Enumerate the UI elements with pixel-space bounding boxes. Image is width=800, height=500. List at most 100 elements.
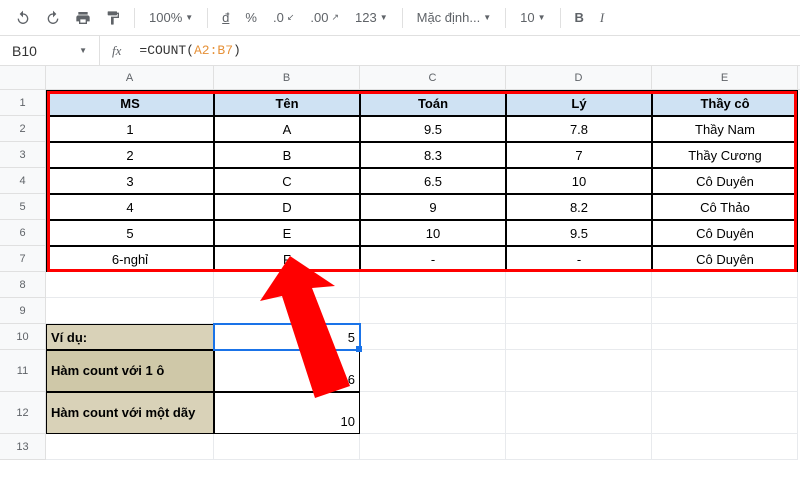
cell-C12[interactable] — [360, 392, 506, 434]
font-size-dropdown[interactable]: 10▼ — [514, 10, 551, 25]
cell-A4[interactable]: 3 — [46, 168, 214, 194]
cell-C10[interactable] — [360, 324, 506, 350]
percent-button[interactable]: % — [239, 10, 263, 25]
print-button[interactable] — [70, 5, 96, 31]
cell-A9[interactable] — [46, 298, 214, 324]
row-header-3[interactable]: 3 — [0, 142, 46, 168]
cell-A5[interactable]: 4 — [46, 194, 214, 220]
cell-B12[interactable]: 10 — [214, 392, 360, 434]
cell-D13[interactable] — [506, 434, 652, 460]
cell-C1[interactable]: Toán — [360, 90, 506, 116]
cell-D7[interactable]: - — [506, 246, 652, 272]
cell-B3[interactable]: B — [214, 142, 360, 168]
cell-D8[interactable] — [506, 272, 652, 298]
cell-E13[interactable] — [652, 434, 798, 460]
cell-B13[interactable] — [214, 434, 360, 460]
cell-D5[interactable]: 8.2 — [506, 194, 652, 220]
cell-B1[interactable]: Tên — [214, 90, 360, 116]
cell-B11[interactable]: 6 — [214, 350, 360, 392]
bold-button[interactable]: B — [569, 10, 590, 25]
cell-E11[interactable] — [652, 350, 798, 392]
row-header-1[interactable]: 1 — [0, 90, 46, 116]
cell-A3[interactable]: 2 — [46, 142, 214, 168]
redo-button[interactable] — [40, 5, 66, 31]
cell-B5[interactable]: D — [214, 194, 360, 220]
selection-handle[interactable] — [356, 346, 362, 352]
cell-C4[interactable]: 6.5 — [360, 168, 506, 194]
select-all-corner[interactable] — [0, 66, 46, 89]
cell-C6[interactable]: 10 — [360, 220, 506, 246]
cell-B10[interactable]: 5 — [214, 324, 360, 350]
row-header-11[interactable]: 11 — [0, 350, 46, 392]
cell-A8[interactable] — [46, 272, 214, 298]
cell-E7[interactable]: Cô Duyên — [652, 246, 798, 272]
paint-format-button[interactable] — [100, 5, 126, 31]
row-header-5[interactable]: 5 — [0, 194, 46, 220]
decrease-decimal-button[interactable]: .0↙ — [267, 10, 300, 25]
cell-C8[interactable] — [360, 272, 506, 298]
row-header-2[interactable]: 2 — [0, 116, 46, 142]
cell-A2[interactable]: 1 — [46, 116, 214, 142]
col-header-D[interactable]: D — [506, 66, 652, 89]
cell-E2[interactable]: Thầy Nam — [652, 116, 798, 142]
cell-B6[interactable]: E — [214, 220, 360, 246]
col-header-C[interactable]: C — [360, 66, 506, 89]
cell-A7[interactable]: 6-nghỉ — [46, 246, 214, 272]
cell-E6[interactable]: Cô Duyên — [652, 220, 798, 246]
italic-button[interactable]: I — [594, 10, 610, 26]
formula-input[interactable]: =COUNT(A2:B7) — [133, 43, 800, 58]
cell-E1[interactable]: Thầy cô — [652, 90, 798, 116]
cell-C5[interactable]: 9 — [360, 194, 506, 220]
increase-decimal-button[interactable]: .00↗ — [304, 10, 345, 25]
cell-C7[interactable]: - — [360, 246, 506, 272]
cell-E9[interactable] — [652, 298, 798, 324]
cell-D6[interactable]: 9.5 — [506, 220, 652, 246]
cell-D10[interactable] — [506, 324, 652, 350]
cell-C3[interactable]: 8.3 — [360, 142, 506, 168]
col-header-A[interactable]: A — [46, 66, 214, 89]
cell-C2[interactable]: 9.5 — [360, 116, 506, 142]
cell-C13[interactable] — [360, 434, 506, 460]
cell-E10[interactable] — [652, 324, 798, 350]
cell-B8[interactable] — [214, 272, 360, 298]
cell-D4[interactable]: 10 — [506, 168, 652, 194]
cell-E5[interactable]: Cô Thảo — [652, 194, 798, 220]
more-formats-dropdown[interactable]: 123▼ — [349, 10, 394, 25]
row-header-7[interactable]: 7 — [0, 246, 46, 272]
row-header-4[interactable]: 4 — [0, 168, 46, 194]
cell-E4[interactable]: Cô Duyên — [652, 168, 798, 194]
cell-B4[interactable]: C — [214, 168, 360, 194]
cell-C9[interactable] — [360, 298, 506, 324]
cell-A6[interactable]: 5 — [46, 220, 214, 246]
row-header-6[interactable]: 6 — [0, 220, 46, 246]
cell-C11[interactable] — [360, 350, 506, 392]
zoom-dropdown[interactable]: 100%▼ — [143, 10, 199, 25]
currency-button[interactable]: đ — [216, 10, 235, 25]
cell-B9[interactable] — [214, 298, 360, 324]
row-header-12[interactable]: 12 — [0, 392, 46, 434]
cell-D12[interactable] — [506, 392, 652, 434]
row-header-10[interactable]: 10 — [0, 324, 46, 350]
row-header-9[interactable]: 9 — [0, 298, 46, 324]
font-dropdown[interactable]: Mặc định...▼ — [411, 10, 498, 25]
cell-B2[interactable]: A — [214, 116, 360, 142]
row-header-8[interactable]: 8 — [0, 272, 46, 298]
cell-E3[interactable]: Thầy Cương — [652, 142, 798, 168]
col-header-E[interactable]: E — [652, 66, 798, 89]
cell-A12[interactable]: Hàm count với một dãy — [46, 392, 214, 434]
undo-button[interactable] — [10, 5, 36, 31]
cell-D11[interactable] — [506, 350, 652, 392]
cell-B7[interactable]: F — [214, 246, 360, 272]
col-header-B[interactable]: B — [214, 66, 360, 89]
cell-A10[interactable]: Ví dụ: — [46, 324, 214, 350]
cell-D1[interactable]: Lý — [506, 90, 652, 116]
cell-E12[interactable] — [652, 392, 798, 434]
name-box[interactable]: B10▼ — [0, 36, 100, 65]
row-header-13[interactable]: 13 — [0, 434, 46, 460]
cell-A1[interactable]: MS — [46, 90, 214, 116]
cell-D3[interactable]: 7 — [506, 142, 652, 168]
cell-A13[interactable] — [46, 434, 214, 460]
cell-D2[interactable]: 7.8 — [506, 116, 652, 142]
cell-E8[interactable] — [652, 272, 798, 298]
cell-D9[interactable] — [506, 298, 652, 324]
